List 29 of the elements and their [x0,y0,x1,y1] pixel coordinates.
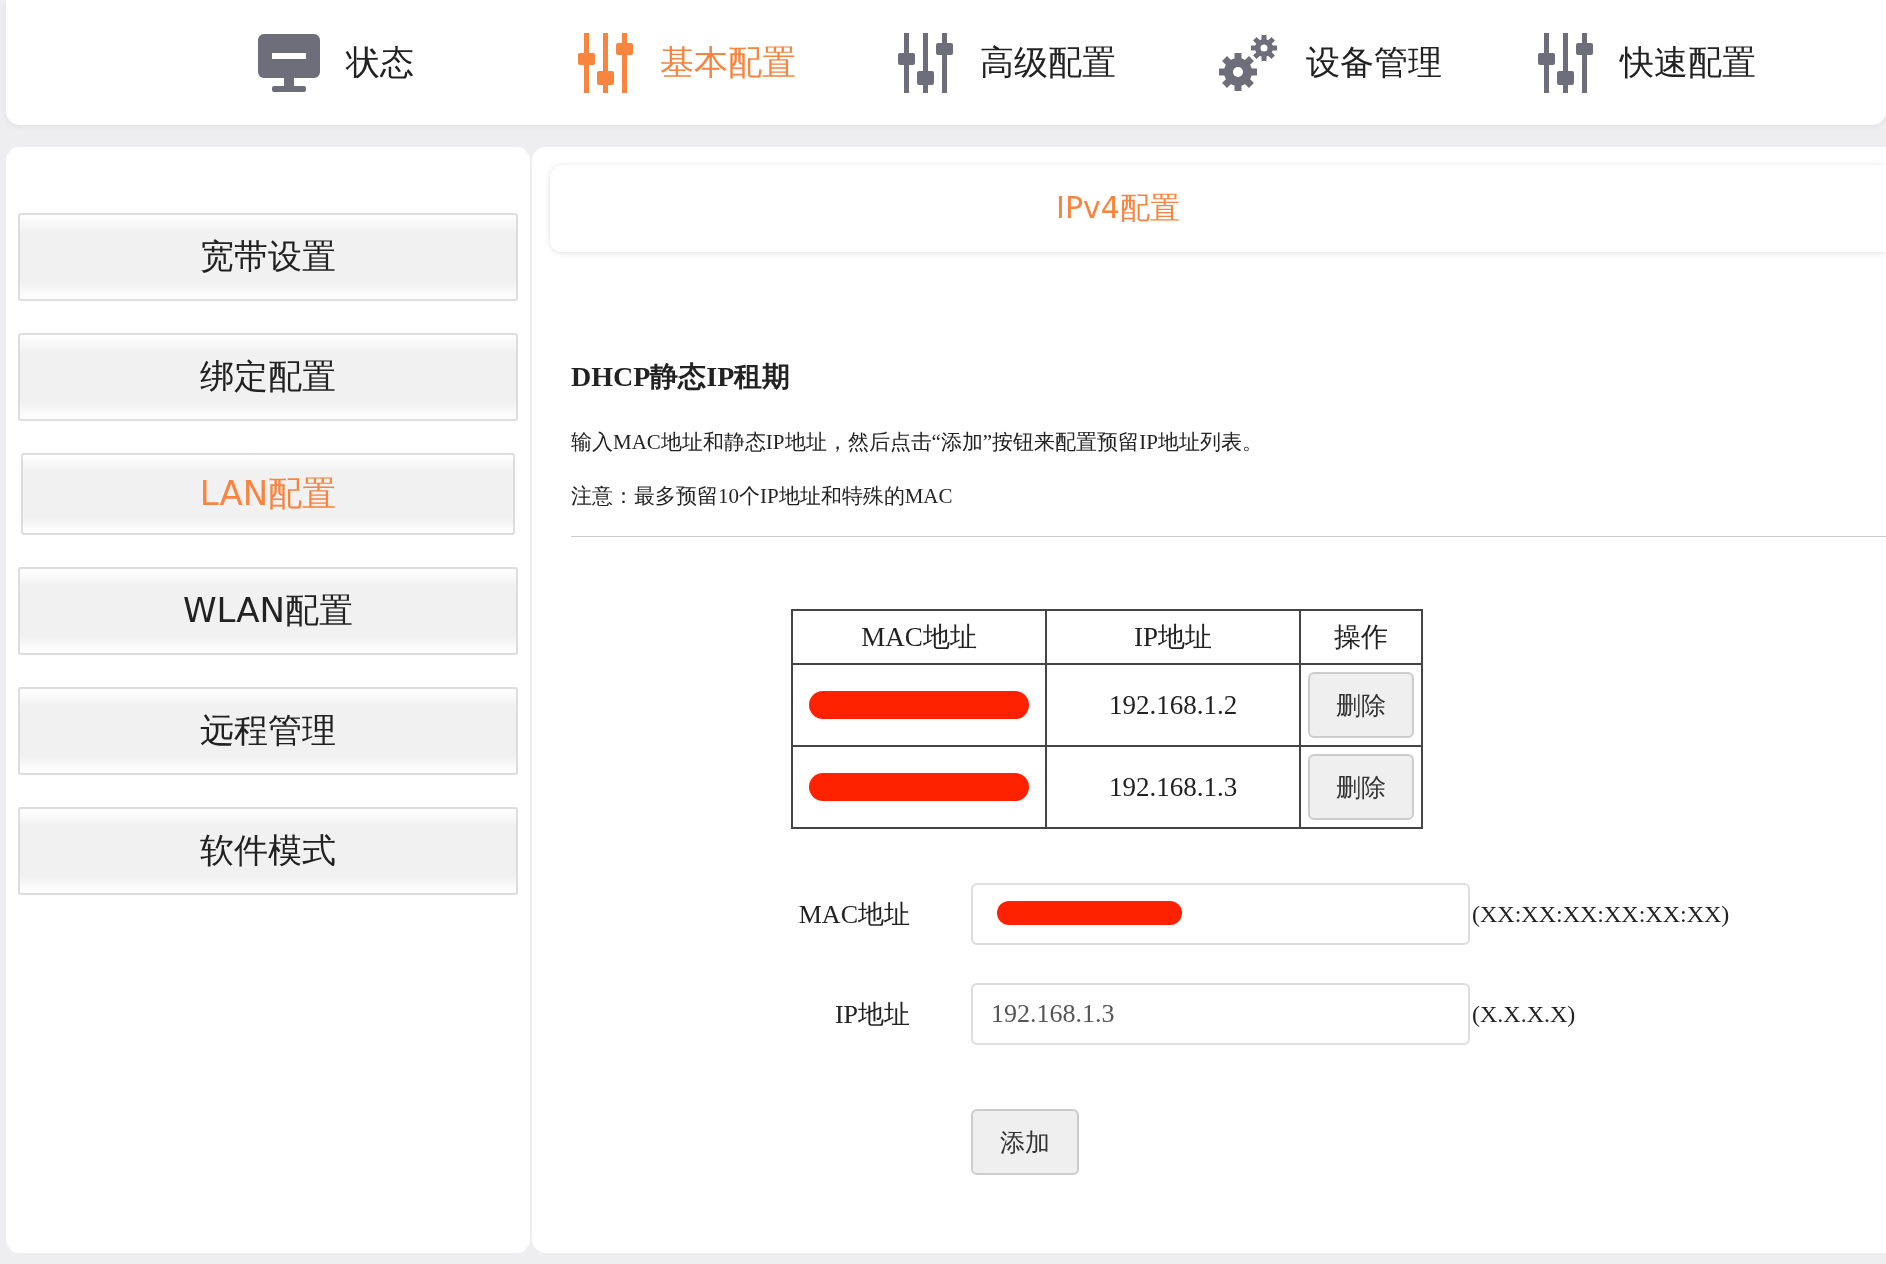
section-title: DHCP静态IP租期 [571,360,792,394]
add-button[interactable]: 添加 [971,1109,1079,1175]
nav-tab[interactable]: 设备管理 [1216,31,1536,94]
sidebar-item[interactable]: 宽带设置 [18,213,518,301]
monitor-icon [256,31,322,94]
format-hint: (X.X.X.X) [1471,1000,1577,1028]
input-field[interactable]: 192.168.1.3 [971,983,1470,1045]
field-label: MAC地址 [798,898,910,931]
sliders-icon [1536,30,1596,95]
sidebar-item[interactable]: WLAN配置 [18,567,518,655]
table-cell: 192.168.1.2 [1046,664,1300,746]
column-header: MAC地址 [792,610,1046,664]
table-cell: 192.168.1.3 [1046,746,1300,828]
delete-button[interactable]: 删除 [1308,672,1414,738]
note-text: 注意：最多预留10个IP地址和特殊的MAC [571,483,954,510]
sliders-icon [576,30,636,95]
delete-button[interactable]: 删除 [1308,754,1414,820]
column-header: IP地址 [1046,610,1300,664]
sidebar-item[interactable]: 绑定配置 [18,333,518,421]
field-label: IP地址 [834,998,910,1031]
description-text: 输入MAC地址和静态IP地址，然后点击“添加”按钮来配置预留IP地址列表。 [571,429,1264,456]
nav-tab[interactable]: 快速配置 [1536,30,1856,95]
format-hint: (XX:XX:XX:XX:XX:XX) [1471,900,1731,928]
column-header: 操作 [1300,610,1422,664]
nav-tab[interactable]: 状态 [256,31,576,94]
nav-tab[interactable]: 高级配置 [896,30,1216,95]
sidebar-item[interactable]: 软件模式 [18,807,518,895]
sidebar-item[interactable]: 远程管理 [18,687,518,775]
sliders-icon [896,30,956,95]
